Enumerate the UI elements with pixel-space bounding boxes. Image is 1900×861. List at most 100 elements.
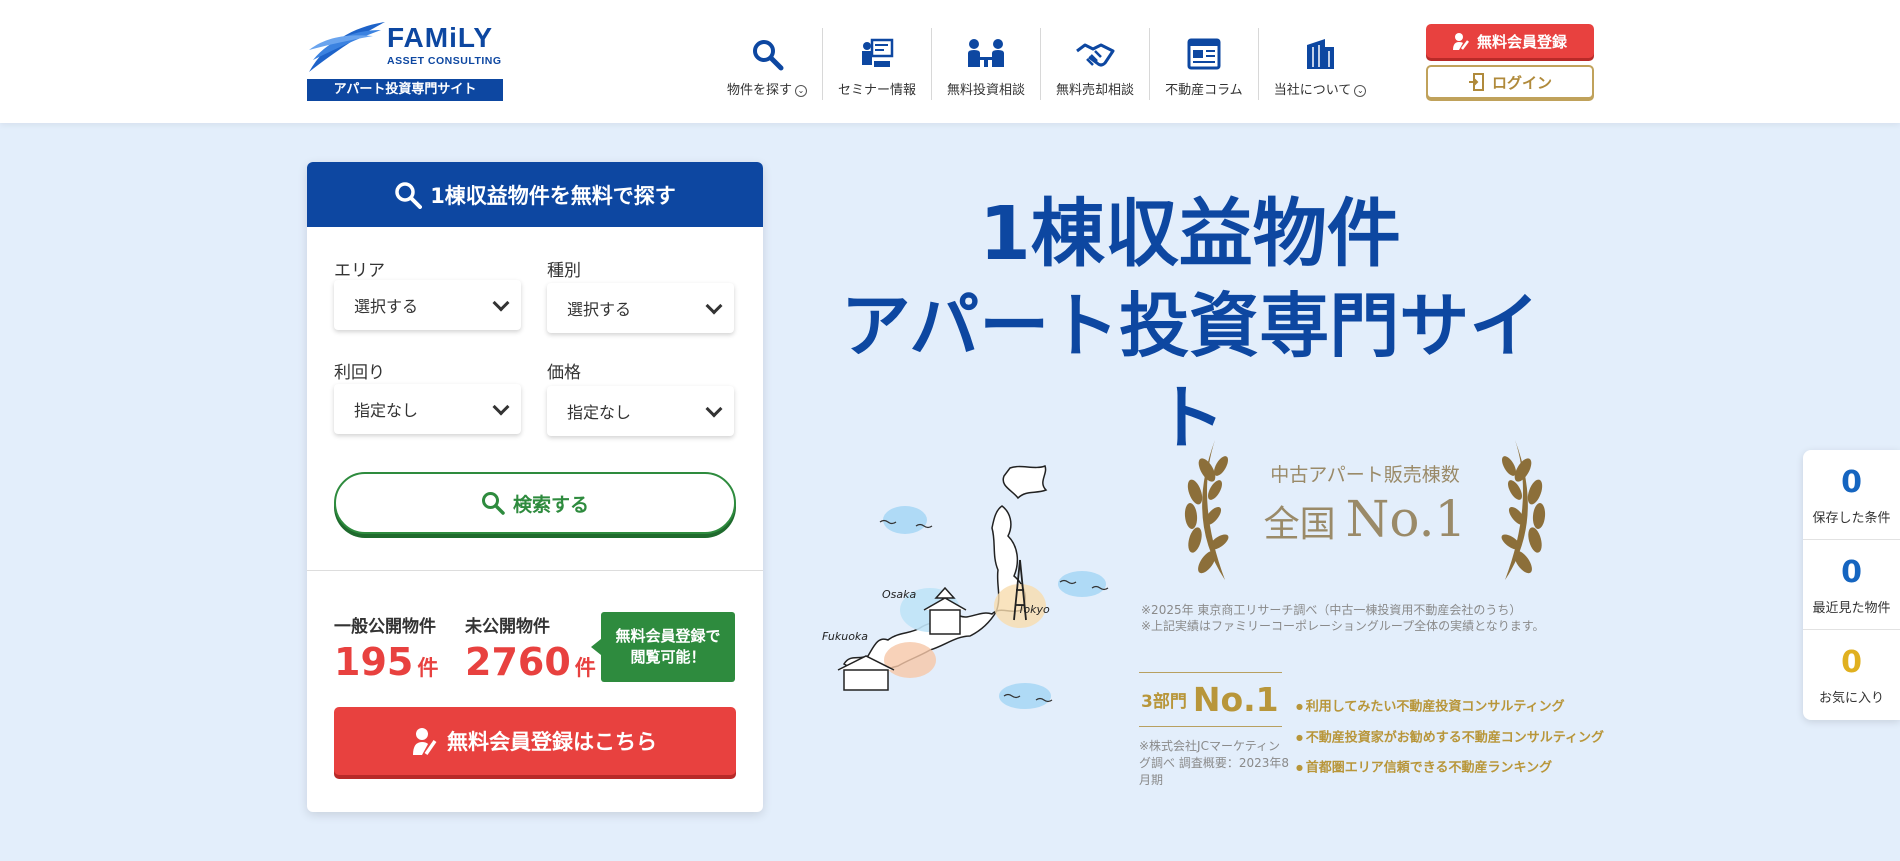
- price-select-value: 指定なし: [567, 403, 632, 422]
- handshake-icon: [1076, 43, 1115, 67]
- award-prefix: 全国: [1263, 504, 1336, 545]
- property-search-panel: 1棟収益物件を無料で探す エリア 選択する 種別 選択する 利回り 指定なし 価…: [307, 162, 763, 812]
- hero-title-line-1: 1棟収益物件: [979, 191, 1401, 277]
- three-categories-badge: 3部門 No.1: [1139, 672, 1282, 727]
- register-main-label: 無料会員登録はこちら: [447, 730, 657, 754]
- count-unit: 件: [417, 656, 439, 680]
- chevron-down-icon: ⌄: [795, 84, 808, 97]
- divider: [307, 570, 763, 571]
- saved-searches-count: 0: [1841, 465, 1862, 500]
- favorites-count: 0: [1841, 645, 1862, 680]
- search-button-label: 検索する: [512, 493, 589, 516]
- award-note-line-1: ※2025年 東京商工リサーチ調べ（中古一棟投資用不動産会社のうち）: [1141, 603, 1522, 617]
- map-label-tokyo: Tokyo: [1018, 603, 1050, 616]
- type-label: 種別: [547, 261, 581, 281]
- search-panel-title: 1棟収益物件を無料で探す: [430, 183, 676, 208]
- japan-map-illustration: Osaka Tokyo Fukuoka: [822, 465, 1109, 709]
- price-label: 価格: [547, 363, 581, 383]
- user-pen-icon: [413, 728, 437, 755]
- list-item: 首都圏エリア信頼できる不動産ランキング: [1296, 753, 1604, 784]
- main-nav: 物件を探す ⌄ セミナー情報 無料投資相談 無料売却相談 不動産コラム 当社につい…: [712, 28, 1381, 100]
- recently-viewed-label: 最近見た物件: [1812, 601, 1891, 616]
- members-only-badge: 無料会員登録で 閲覧可能！: [591, 612, 735, 682]
- search-icon: [481, 492, 505, 515]
- search-icon: [395, 181, 423, 209]
- map-label-osaka: Osaka: [882, 588, 917, 601]
- recently-viewed-count: 0: [1841, 555, 1862, 590]
- count-unit: 件: [574, 656, 596, 680]
- favorites-link[interactable]: 0 お気に入り: [1803, 630, 1900, 720]
- private-listings-count: 2760 件: [465, 640, 596, 684]
- nav-label: 当社について: [1273, 83, 1352, 98]
- nav-label: セミナー情報: [838, 83, 917, 98]
- favorites-label: お気に入り: [1818, 691, 1884, 706]
- nav-item-consultation[interactable]: 無料投資相談: [932, 28, 1042, 100]
- public-count-value: 195: [334, 640, 414, 684]
- column-icon: [1187, 38, 1221, 70]
- list-item: 不動産投資家がお勧めする不動産コンサルティング: [1296, 723, 1604, 754]
- logo-swoosh-icon: [309, 22, 385, 72]
- nav-label: 物件を探す: [727, 83, 793, 98]
- seminar-icon: [862, 38, 894, 67]
- recently-viewed-link[interactable]: 0 最近見た物件: [1803, 540, 1900, 630]
- badge-line-1: 無料会員登録で: [615, 627, 721, 645]
- site-header: FAMiLY ASSET CONSULTING アパート投資専門サイト 物件を探…: [0, 0, 1900, 123]
- chevron-down-icon: [492, 294, 510, 312]
- chevron-down-icon: [705, 400, 723, 418]
- logo-tagline: アパート投資専門サイト: [307, 79, 503, 101]
- private-listings-label: 未公開物件: [465, 617, 550, 637]
- building-icon: [1307, 39, 1334, 69]
- search-panel-header: 1棟収益物件を無料で探す: [307, 162, 763, 227]
- nav-item-column[interactable]: 不動産コラム: [1150, 28, 1259, 100]
- award-note-line-2: ※上記実績はファミリーコーポレーショングループ全体の実績となります。: [1141, 619, 1545, 633]
- award-title: 全国 No.1: [1200, 490, 1530, 548]
- nav-item-about[interactable]: 当社について ⌄: [1259, 28, 1382, 100]
- public-listings-count: 195 件: [334, 640, 438, 684]
- award-subtitle: 中古アパート販売棟数: [1270, 464, 1460, 486]
- public-listings-label: 一般公開物件: [334, 617, 436, 637]
- list-item: 利用してみたい不動産投資コンサルティング: [1296, 692, 1604, 723]
- register-button-header[interactable]: 無料会員登録: [1426, 24, 1594, 58]
- saved-searches-label: 保存した条件: [1812, 511, 1891, 526]
- map-label-fukuoka: Fukuoka: [822, 630, 868, 643]
- search-button[interactable]: 検索する: [334, 472, 736, 534]
- consultation-icon: [968, 39, 1005, 67]
- nav-item-sale-consultation[interactable]: 無料売却相談: [1041, 28, 1151, 100]
- chevron-down-icon: ⌄: [1354, 84, 1367, 97]
- award-rank: No.1: [1345, 490, 1467, 548]
- chevron-down-icon: [705, 297, 723, 315]
- area-select[interactable]: 選択する: [334, 280, 521, 330]
- nav-label: 不動産コラム: [1165, 83, 1243, 98]
- ranking-list: 利用してみたい不動産投資コンサルティング 不動産投資家がお勧めする不動産コンサル…: [1296, 692, 1604, 784]
- yield-select-value: 指定なし: [354, 401, 419, 420]
- ranking-note: ※株式会社JCマーケティング調べ 調査概要：2023年8月期: [1139, 739, 1289, 787]
- yield-select[interactable]: 指定なし: [334, 384, 521, 434]
- nav-label: 無料売却相談: [1056, 83, 1135, 98]
- yield-label: 利回り: [334, 363, 385, 383]
- user-pen-icon: [1452, 33, 1469, 50]
- site-logo[interactable]: FAMiLY ASSET CONSULTING アパート投資専門サイト: [307, 20, 503, 102]
- nav-item-seminar[interactable]: セミナー情報: [823, 28, 933, 100]
- logo-wordmark: FAMiLY: [387, 22, 494, 53]
- award-note: ※2025年 東京商工リサーチ調べ（中古一棟投資用不動産会社のうち） ※上記実績…: [1141, 602, 1601, 634]
- nav-item-search[interactable]: 物件を探す ⌄: [712, 28, 824, 100]
- area-label: エリア: [334, 261, 385, 281]
- nav-label: 無料投資相談: [947, 83, 1026, 98]
- login-button[interactable]: ログイン: [1426, 65, 1594, 99]
- hero-title: 1棟収益物件 アパート投資専門サイト: [820, 188, 1560, 464]
- area-select-value: 選択する: [354, 297, 419, 316]
- type-select[interactable]: 選択する: [547, 283, 734, 333]
- private-count-value: 2760: [465, 640, 571, 684]
- type-select-value: 選択する: [567, 300, 632, 319]
- rank-main: No.1: [1192, 680, 1279, 719]
- price-select[interactable]: 指定なし: [547, 386, 734, 436]
- saved-searches-link[interactable]: 0 保存した条件: [1803, 450, 1900, 540]
- chevron-down-icon: [492, 398, 510, 416]
- logo-subtitle: ASSET CONSULTING: [387, 55, 502, 67]
- login-label: ログイン: [1491, 73, 1552, 92]
- badge-line-2: 閲覧可能！: [630, 648, 706, 666]
- register-label: 無料会員登録: [1476, 32, 1567, 51]
- floating-sidebar: 0 保存した条件 0 最近見た物件 0 お気に入り: [1803, 450, 1900, 720]
- register-button-main[interactable]: 無料会員登録はこちら: [334, 707, 736, 775]
- login-door-icon: [1468, 73, 1484, 91]
